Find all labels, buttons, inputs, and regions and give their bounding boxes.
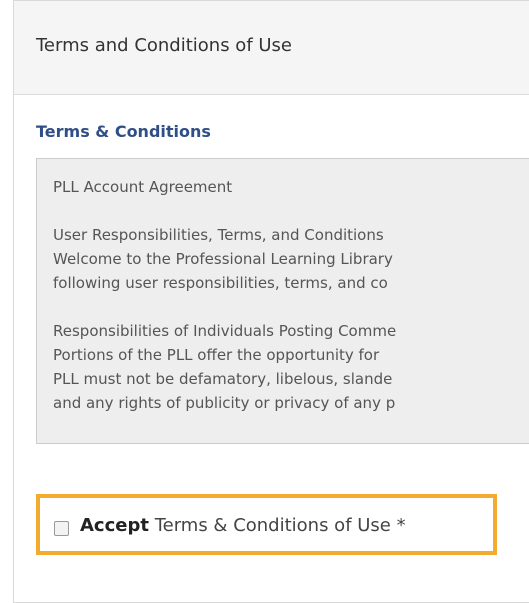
accept-strong-text: Accept [80, 515, 149, 536]
terms-panel: Terms and Conditions of Use Terms & Cond… [13, 0, 529, 603]
terms-textbox[interactable]: PLL Account Agreement User Responsibilit… [36, 158, 529, 444]
terms-text: PLL Account Agreement User Responsibilit… [53, 175, 529, 439]
terms-line: User Responsibilities, Terms, and Condit… [53, 226, 384, 244]
terms-line: PLL must not be defamatory, libelous, sl… [53, 370, 393, 388]
accept-terms-label[interactable]: Accept Terms & Conditions of Use * [80, 515, 406, 536]
accept-terms-checkbox[interactable] [54, 521, 69, 536]
terms-line: and any rights of publicity or privacy o… [53, 394, 396, 412]
terms-line: following user responsibilities, terms, … [53, 274, 388, 292]
terms-paragraph: PLL Account Agreement [53, 175, 529, 199]
accept-rest-text: Terms & Conditions of Use * [154, 515, 406, 536]
terms-paragraph: User Responsibilities, Terms, and Condit… [53, 223, 529, 295]
terms-line: Responsibilities of Individuals Posting … [53, 322, 397, 340]
terms-section-label: Terms & Conditions [36, 122, 211, 141]
terms-line: Portions of the PLL offer the opportunit… [53, 346, 380, 364]
panel-header: Terms and Conditions of Use [14, 1, 529, 95]
panel-title: Terms and Conditions of Use [36, 35, 293, 56]
terms-line: PLL Account Agreement [53, 178, 233, 196]
accept-terms-row: Accept Terms & Conditions of Use * [36, 494, 497, 555]
terms-line: Welcome to the Professional Learning Lib… [53, 250, 393, 268]
terms-paragraph: Responsibilities of Individuals Posting … [53, 319, 529, 415]
